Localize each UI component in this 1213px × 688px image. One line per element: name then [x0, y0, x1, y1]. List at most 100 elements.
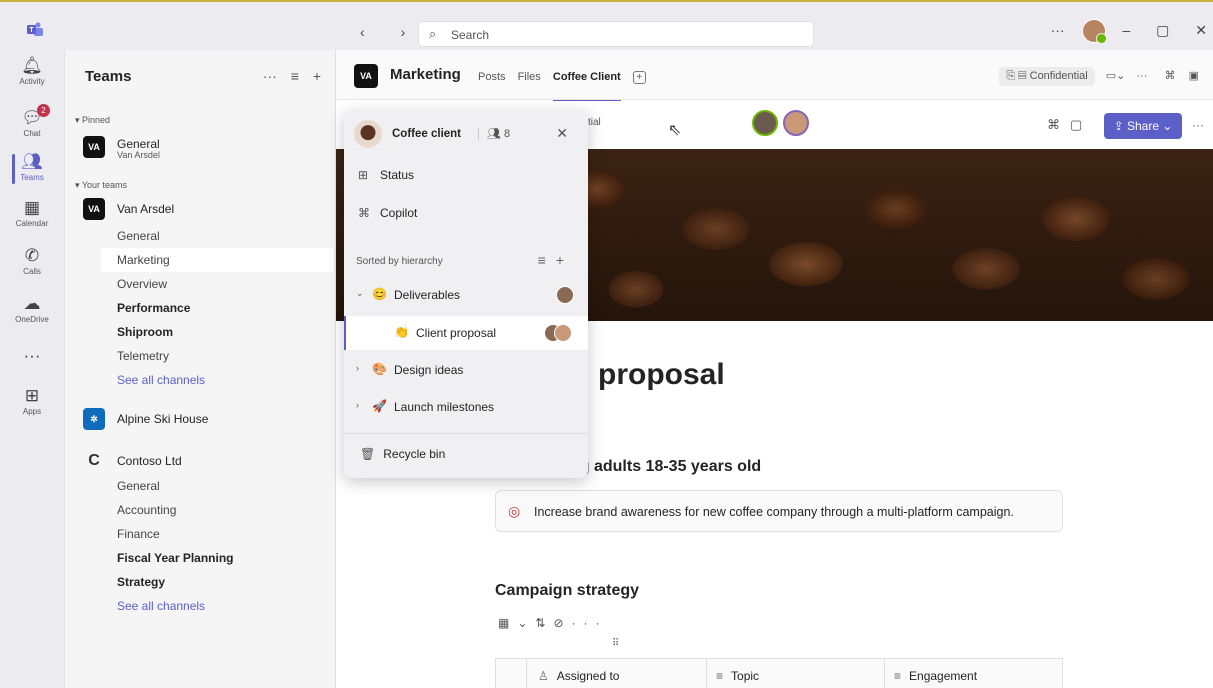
- target-icon: ◎: [508, 503, 521, 519]
- tab-coffee-client[interactable]: Coffee Client: [553, 71, 621, 83]
- rail-calls[interactable]: ✆ Calls: [0, 246, 64, 276]
- divider: [344, 433, 588, 434]
- drag-handle-icon[interactable]: ⠿: [612, 638, 619, 649]
- column-header-engagement[interactable]: ≡ Engagement: [894, 669, 977, 683]
- goal-callout[interactable]: ◎ Increase brand awareness for new coffe…: [495, 490, 1063, 532]
- status-item[interactable]: ⊞ Status: [358, 168, 414, 182]
- recycle-bin-item[interactable]: 🗑︎ Recycle bin: [360, 447, 445, 461]
- node-label: Deliverables: [394, 288, 461, 302]
- close-button[interactable]: ✕: [1195, 22, 1207, 39]
- mouse-cursor-icon: ⇖: [668, 122, 682, 139]
- see-all-channels-link[interactable]: See all channels: [117, 594, 335, 618]
- comment-icon[interactable]: ▢: [1070, 117, 1092, 132]
- chat-icon: 💬︎: [21, 108, 43, 127]
- see-all-channels-link[interactable]: See all channels: [117, 368, 335, 392]
- channel-accounting[interactable]: Accounting: [117, 498, 335, 522]
- workspace-name[interactable]: Coffee client: [392, 128, 461, 140]
- channel-general[interactable]: General: [117, 474, 335, 498]
- more-options-icon[interactable]: ···: [263, 68, 277, 84]
- tab-files[interactable]: Files: [518, 71, 541, 83]
- page-title[interactable]: proposal: [598, 358, 725, 392]
- tree-node-launch-milestones[interactable]: › 🚀 Launch milestones: [344, 390, 588, 424]
- more-options-button[interactable]: ···: [1051, 22, 1065, 38]
- tab-posts[interactable]: Posts: [478, 71, 506, 83]
- channel-general[interactable]: General: [117, 224, 335, 248]
- bell-icon: 🔔︎: [21, 56, 43, 75]
- pinned-team-name: Van Arsdel: [117, 150, 160, 160]
- svg-text:T: T: [29, 27, 34, 34]
- back-button[interactable]: ‹: [360, 24, 381, 40]
- column-label: Assigned to: [556, 669, 620, 683]
- channel-marketing[interactable]: Marketing: [101, 248, 333, 272]
- chevron-right-icon[interactable]: ›: [356, 400, 359, 410]
- column-header-topic[interactable]: ≡ Topic: [716, 669, 759, 683]
- copilot-icon[interactable]: ⌘: [1165, 70, 1176, 82]
- channel-overview[interactable]: Overview: [117, 272, 335, 296]
- rail-calendar[interactable]: ▦ Calendar: [0, 198, 64, 228]
- table-view-icon[interactable]: ▦⌄: [498, 616, 535, 630]
- node-label: Design ideas: [394, 363, 464, 377]
- rail-label: Chat: [23, 129, 41, 138]
- channel-shiproom[interactable]: Shiproom: [117, 320, 335, 344]
- team-logo: VA: [83, 136, 105, 158]
- sensitivity-label[interactable]: ⎘ ▤ Confidential: [999, 67, 1095, 86]
- channel-finance[interactable]: Finance: [117, 522, 335, 546]
- apps-icon[interactable]: ⌘: [1047, 117, 1070, 132]
- member-count-value: 8: [504, 128, 511, 140]
- chevron-down-icon[interactable]: ⌄: [356, 288, 364, 299]
- title-bar: T ‹ › ⌕ Search ··· – ▢ ✕: [0, 0, 1213, 50]
- rail-activity[interactable]: 🔔︎ Activity: [0, 56, 64, 86]
- add-tab-button[interactable]: +: [632, 71, 646, 84]
- tree-node-design-ideas[interactable]: › 🎨 Design ideas: [344, 353, 588, 387]
- collaborator-avatar[interactable]: [783, 110, 810, 136]
- tree-node-client-proposal[interactable]: 👏 Client proposal: [344, 316, 588, 350]
- panel-icon[interactable]: ▣: [1189, 70, 1199, 82]
- your-teams-section-label[interactable]: ▾ Your teams: [75, 180, 127, 191]
- rail-label: OneDrive: [15, 315, 49, 324]
- channel-strategy[interactable]: Strategy: [117, 570, 335, 594]
- avatar: [556, 286, 574, 304]
- sort-icon[interactable]: ⇅: [535, 616, 553, 630]
- filter-icon[interactable]: ≡: [538, 252, 556, 268]
- node-label: Launch milestones: [394, 400, 495, 414]
- meet-icon[interactable]: ▭⌄: [1106, 70, 1126, 82]
- filter-icon[interactable]: ≡: [291, 68, 299, 84]
- collaborator-avatar[interactable]: [752, 110, 778, 136]
- team-logo: VA: [83, 198, 105, 220]
- close-icon[interactable]: ✕: [556, 125, 568, 142]
- smile-icon: 😊: [372, 287, 387, 301]
- maximize-button[interactable]: ▢: [1156, 22, 1169, 39]
- rail-chat[interactable]: 💬︎ 2 Chat: [0, 104, 64, 138]
- strategy-heading[interactable]: Campaign strategy: [495, 582, 639, 600]
- column-header-assigned[interactable]: ♙ Assigned to: [538, 669, 619, 683]
- pinned-section-label[interactable]: ▾ Pinned: [75, 115, 110, 126]
- more-options-icon[interactable]: ···: [1192, 118, 1204, 132]
- add-icon[interactable]: +: [313, 68, 321, 84]
- rail-apps[interactable]: ⊞ Apps: [0, 386, 64, 416]
- calendar-icon: ▦: [23, 198, 41, 217]
- chevron-right-icon[interactable]: ›: [356, 363, 359, 373]
- minimize-button[interactable]: –: [1122, 22, 1130, 38]
- add-icon[interactable]: +: [556, 252, 574, 268]
- hide-icon[interactable]: ⊘: [553, 616, 571, 630]
- tree-node-deliverables[interactable]: ⌄ 😊 Deliverables: [344, 278, 588, 312]
- channel-performance[interactable]: Performance: [117, 296, 335, 320]
- rail-teams[interactable]: 👥︎ Teams: [0, 152, 64, 184]
- rail-more[interactable]: ···: [0, 346, 64, 366]
- member-count[interactable]: 👥︎ 8: [478, 127, 510, 140]
- sensitivity-text: Confidential: [1029, 70, 1088, 82]
- channel-fiscal-year-planning[interactable]: Fiscal Year Planning: [117, 546, 335, 570]
- share-button[interactable]: ⇪ Share ⌄: [1104, 113, 1182, 139]
- members-icon: 👥︎: [487, 128, 505, 140]
- copilot-label: Copilot: [380, 206, 418, 220]
- channel-telemetry[interactable]: Telemetry: [117, 344, 335, 368]
- rail-label: Calls: [23, 267, 41, 276]
- palette-icon: 🎨: [372, 362, 387, 376]
- rail-onedrive[interactable]: ☁︎ OneDrive: [0, 294, 64, 324]
- status-icon: ⊞: [358, 168, 369, 182]
- more-options-icon[interactable]: ···: [1136, 70, 1147, 82]
- apps-icon: ⊞: [24, 386, 40, 405]
- more-options-icon[interactable]: ···: [572, 616, 608, 630]
- copilot-item[interactable]: ⌘ Copilot: [358, 206, 417, 220]
- search-input[interactable]: ⌕ Search: [418, 21, 814, 47]
